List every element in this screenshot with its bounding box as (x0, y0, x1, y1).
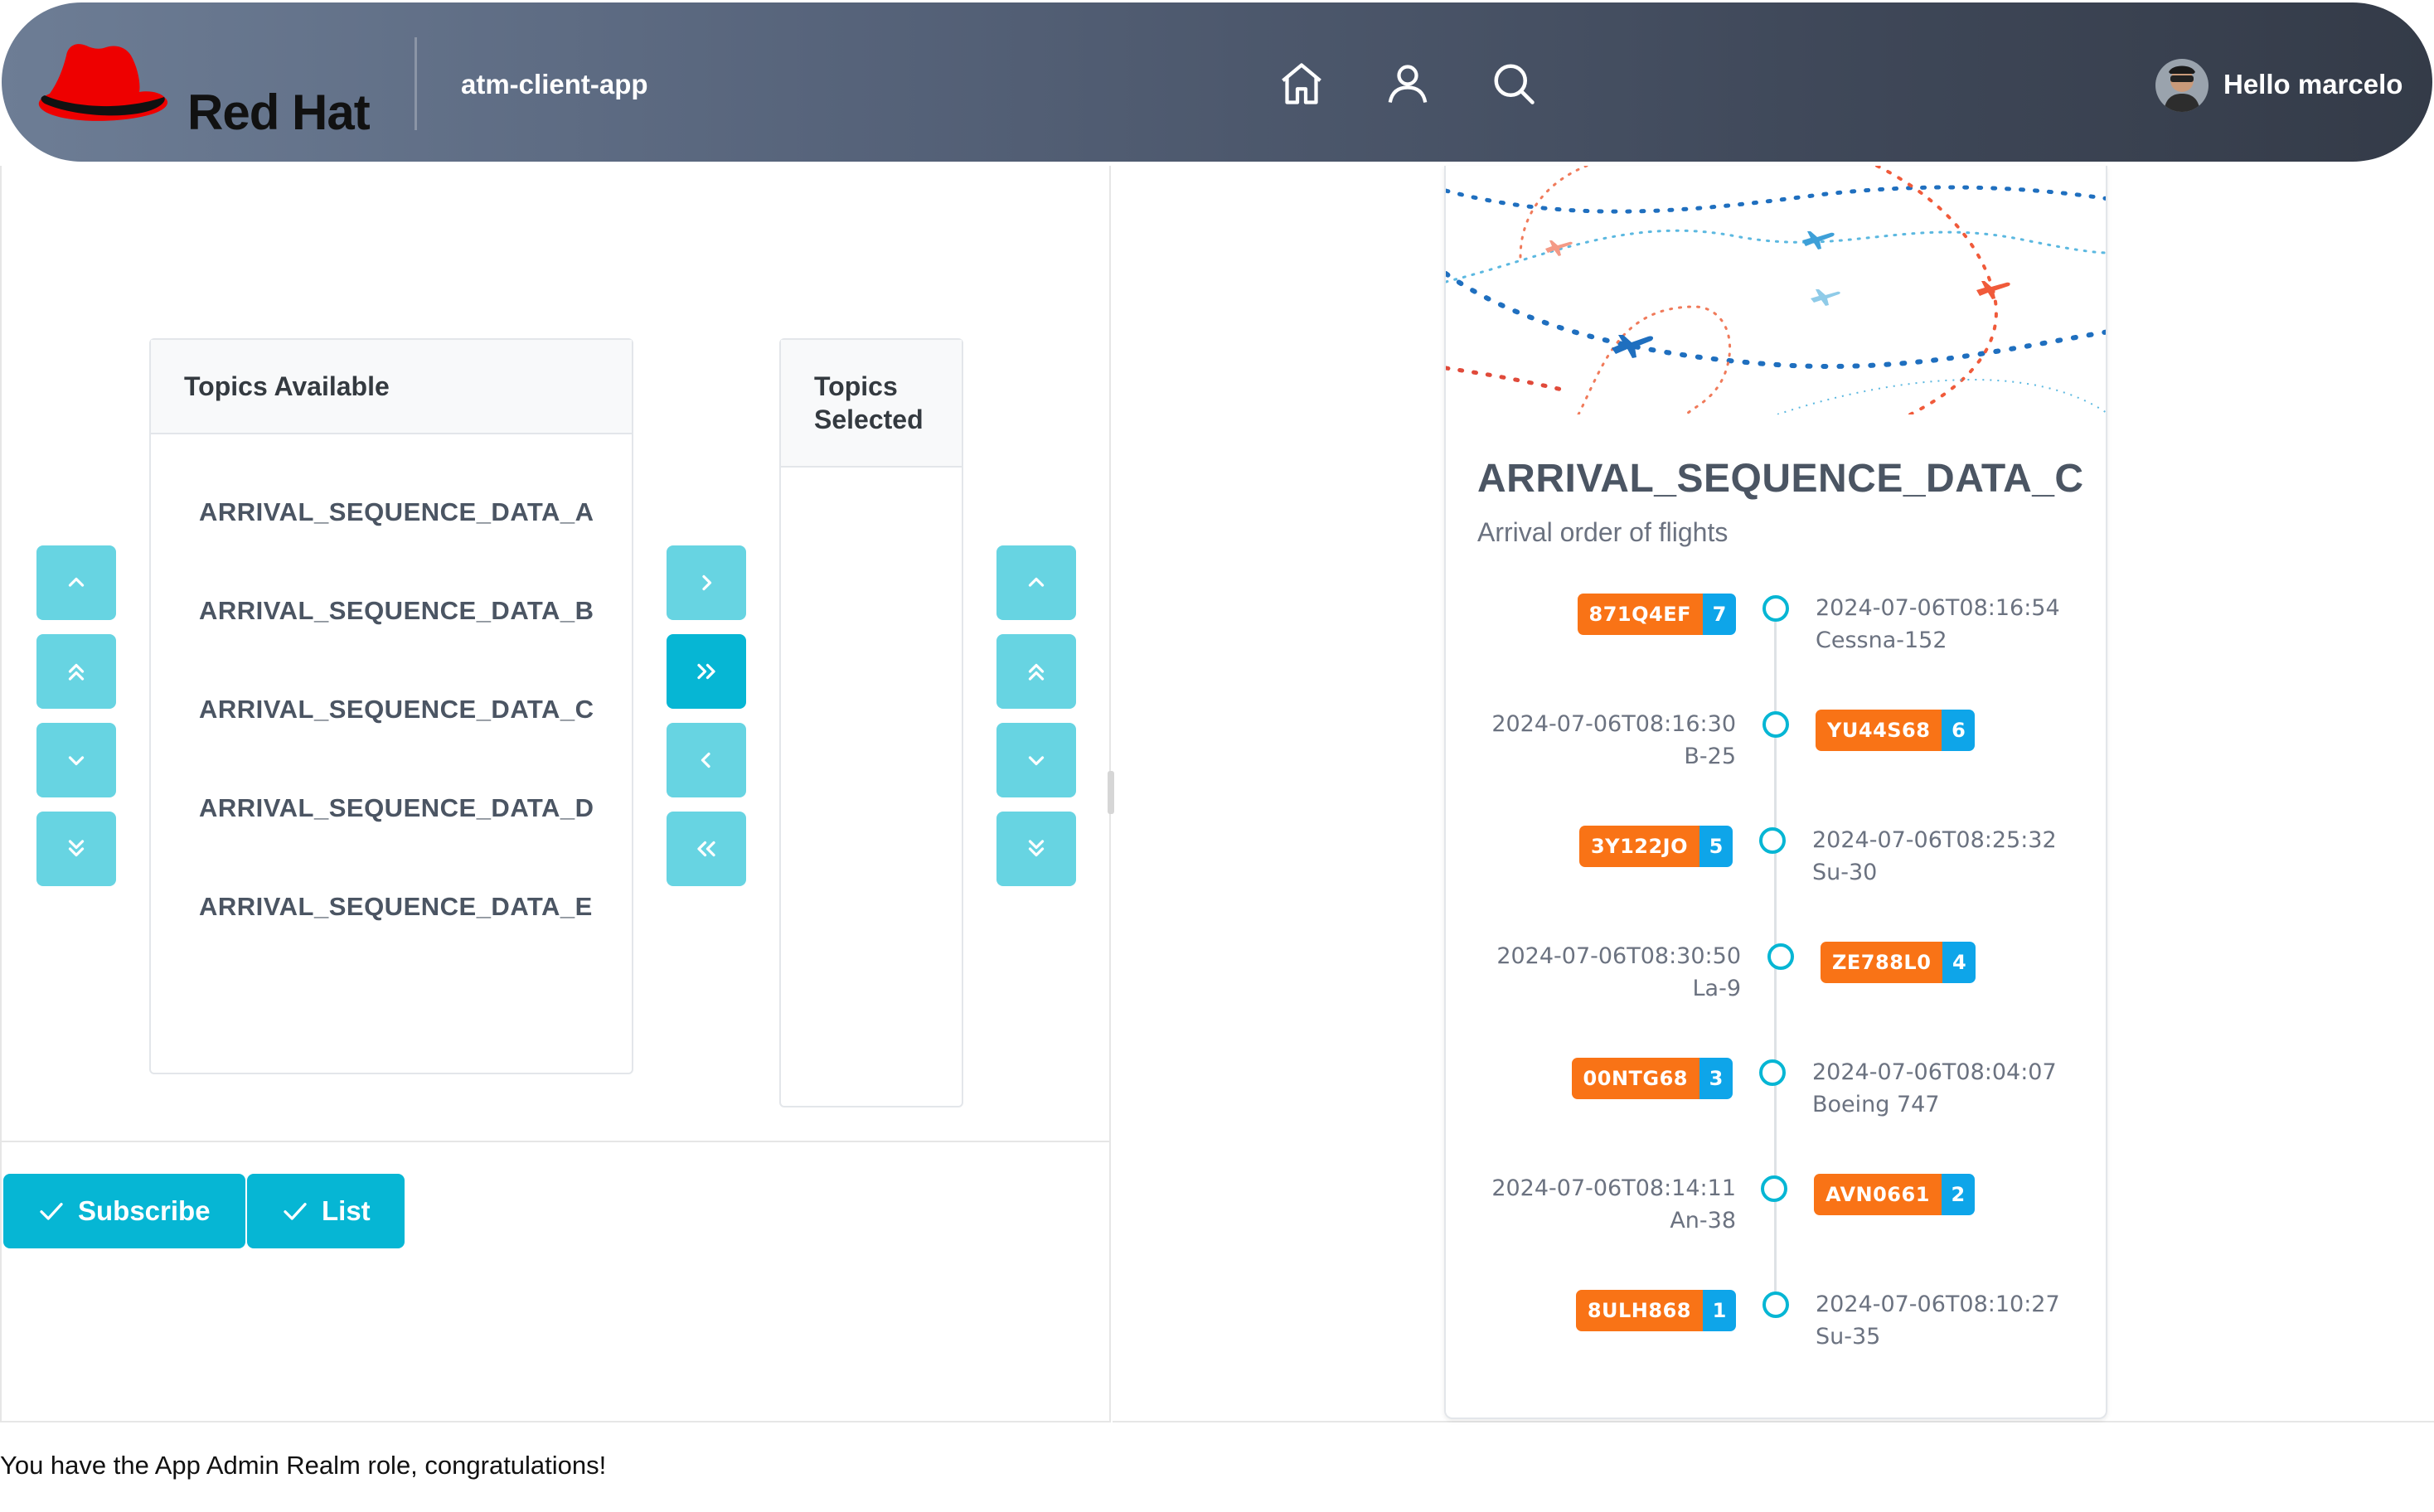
flight-tag: ZE788L0 4 (1821, 942, 1976, 983)
list-item[interactable]: ARRIVAL_SEQUENCE_DATA_D (199, 793, 594, 823)
event-time: 2024-07-06T08:30:50 (1496, 943, 1741, 969)
role-message: You have the App Admin Realm role, congr… (0, 1451, 607, 1480)
redhat-logo[interactable]: Red Hat (33, 37, 381, 140)
flight-tag: 871Q4EF 7 (1577, 594, 1736, 635)
topic-card: ARRIVAL_SEQUENCE_DATA_C Arrival order of… (1444, 166, 2107, 1419)
home-icon[interactable] (1277, 59, 1326, 109)
app-name[interactable]: atm-client-app (461, 69, 648, 100)
double-chevron-up-icon (68, 663, 85, 681)
move-all-to-target-button[interactable] (667, 634, 746, 709)
aircraft-type: Su-35 (1816, 1324, 1881, 1350)
flight-code: YU44S68 (1816, 710, 1942, 751)
flight-code: 871Q4EF (1577, 594, 1703, 635)
user-greeting: Hello marcelo (2223, 69, 2403, 99)
flight-code: ZE788L0 (1821, 942, 1943, 983)
chevron-up-icon (68, 577, 85, 587)
flight-code: 3Y122JO (1578, 826, 1699, 867)
topics-panel: Topics Available ARRIVAL_SEQUENCE_DATA_A… (0, 166, 1111, 1422)
timeline-marker (1762, 1292, 1789, 1318)
source-list-header: Topics Available (151, 340, 632, 434)
event-time: 2024-07-06T08:25:32 (1812, 827, 2057, 853)
card-title: ARRIVAL_SEQUENCE_DATA_C (1477, 457, 2084, 501)
aircraft-type: La-9 (1692, 976, 1741, 1001)
flight-tag: 00NTG68 3 (1571, 1058, 1733, 1099)
timeline-marker (1767, 943, 1794, 970)
flight-tag: 3Y122JO 5 (1578, 826, 1733, 867)
event-time: 2024-07-06T08:04:07 (1812, 1059, 2057, 1085)
move-to-target-button[interactable] (667, 545, 746, 620)
move-to-source-button[interactable] (667, 723, 746, 797)
timeline-marker (1761, 1175, 1787, 1202)
check-icon (40, 1203, 63, 1220)
aircraft-type: Su-30 (1812, 860, 1878, 885)
brand-name: Red Hat (187, 85, 371, 140)
event-time: 2024-07-06T08:10:27 (1816, 1292, 2060, 1317)
aircraft-type: An-38 (1670, 1208, 1736, 1233)
flight-code: 8ULH868 (1575, 1290, 1703, 1331)
source-list: Topics Available ARRIVAL_SEQUENCE_DATA_A… (149, 338, 633, 1074)
timeline-marker (1759, 827, 1786, 854)
aircraft-type: Boeing 747 (1812, 1092, 1940, 1117)
source-move-bottom-button[interactable] (36, 812, 116, 886)
sequence-number: 4 (1942, 942, 1976, 983)
timeline-marker (1762, 711, 1789, 738)
list-item[interactable]: ARRIVAL_SEQUENCE_DATA_B (199, 596, 594, 626)
event-time: 2024-07-06T08:16:30 (1491, 711, 1736, 737)
list-item[interactable]: ARRIVAL_SEQUENCE_DATA_A (199, 497, 594, 527)
sequence-number: 5 (1699, 826, 1733, 867)
redhat-fedora-icon (38, 44, 168, 121)
source-move-up-button[interactable] (36, 545, 116, 620)
event-time: 2024-07-06T08:16:54 (1816, 595, 2060, 621)
flight-paths-illustration (1446, 166, 2106, 414)
chevron-down-icon (1028, 756, 1045, 766)
search-icon[interactable] (1489, 59, 1539, 109)
avatar[interactable] (2155, 59, 2209, 112)
chevron-down-icon (68, 756, 85, 766)
aircraft-type: Cessna-152 (1816, 628, 1947, 653)
aircraft-type: B-25 (1684, 744, 1736, 769)
user-icon[interactable] (1383, 59, 1433, 109)
header-divider (415, 37, 417, 130)
target-move-top-button[interactable] (996, 634, 1076, 709)
subscribe-label: Subscribe (78, 1195, 211, 1226)
list-item[interactable]: ARRIVAL_SEQUENCE_DATA_C (199, 695, 594, 724)
flight-tag: 8ULH868 1 (1575, 1290, 1736, 1331)
source-move-top-button[interactable] (36, 634, 116, 709)
double-chevron-down-icon (1028, 840, 1045, 857)
panel-divider (2, 1141, 1111, 1142)
double-chevron-up-icon (1028, 663, 1045, 681)
target-list: Topics Selected (779, 338, 963, 1107)
timeline-marker (1759, 1059, 1786, 1086)
sequence-number: 7 (1703, 594, 1736, 635)
flight-code: 00NTG68 (1571, 1058, 1699, 1099)
sequence-number: 2 (1941, 1174, 1975, 1215)
list-label: List (322, 1195, 371, 1226)
flight-tag: YU44S68 6 (1816, 710, 1976, 751)
timeline-marker (1762, 595, 1789, 622)
top-navbar: Red Hat atm-client-app Hello marcelo (2, 2, 2432, 162)
target-move-bottom-button[interactable] (996, 812, 1076, 886)
double-chevron-right-icon (697, 663, 715, 680)
flight-tag: AVN0661 2 (1814, 1174, 1975, 1215)
flight-code: AVN0661 (1814, 1174, 1942, 1215)
sequence-number: 3 (1699, 1058, 1733, 1099)
list-button[interactable]: List (247, 1174, 405, 1248)
list-item[interactable]: ARRIVAL_SEQUENCE_DATA_E (199, 892, 593, 922)
move-all-to-source-button[interactable] (667, 812, 746, 886)
sequence-number: 6 (1942, 710, 1976, 751)
double-chevron-down-icon (68, 840, 85, 857)
event-time: 2024-07-06T08:14:11 (1491, 1175, 1736, 1201)
sequence-number: 1 (1703, 1290, 1736, 1331)
source-move-down-button[interactable] (36, 723, 116, 797)
card-subtitle: Arrival order of flights (1477, 517, 1729, 547)
double-chevron-left-icon (697, 841, 715, 857)
chevron-right-icon (702, 574, 712, 591)
subscribe-button[interactable]: Subscribe (3, 1174, 245, 1248)
check-icon (284, 1203, 307, 1220)
chevron-up-icon (1028, 577, 1045, 587)
target-move-down-button[interactable] (996, 723, 1076, 797)
target-move-up-button[interactable] (996, 545, 1076, 620)
chevron-left-icon (701, 752, 710, 768)
target-list-header: Topics Selected (781, 340, 962, 468)
